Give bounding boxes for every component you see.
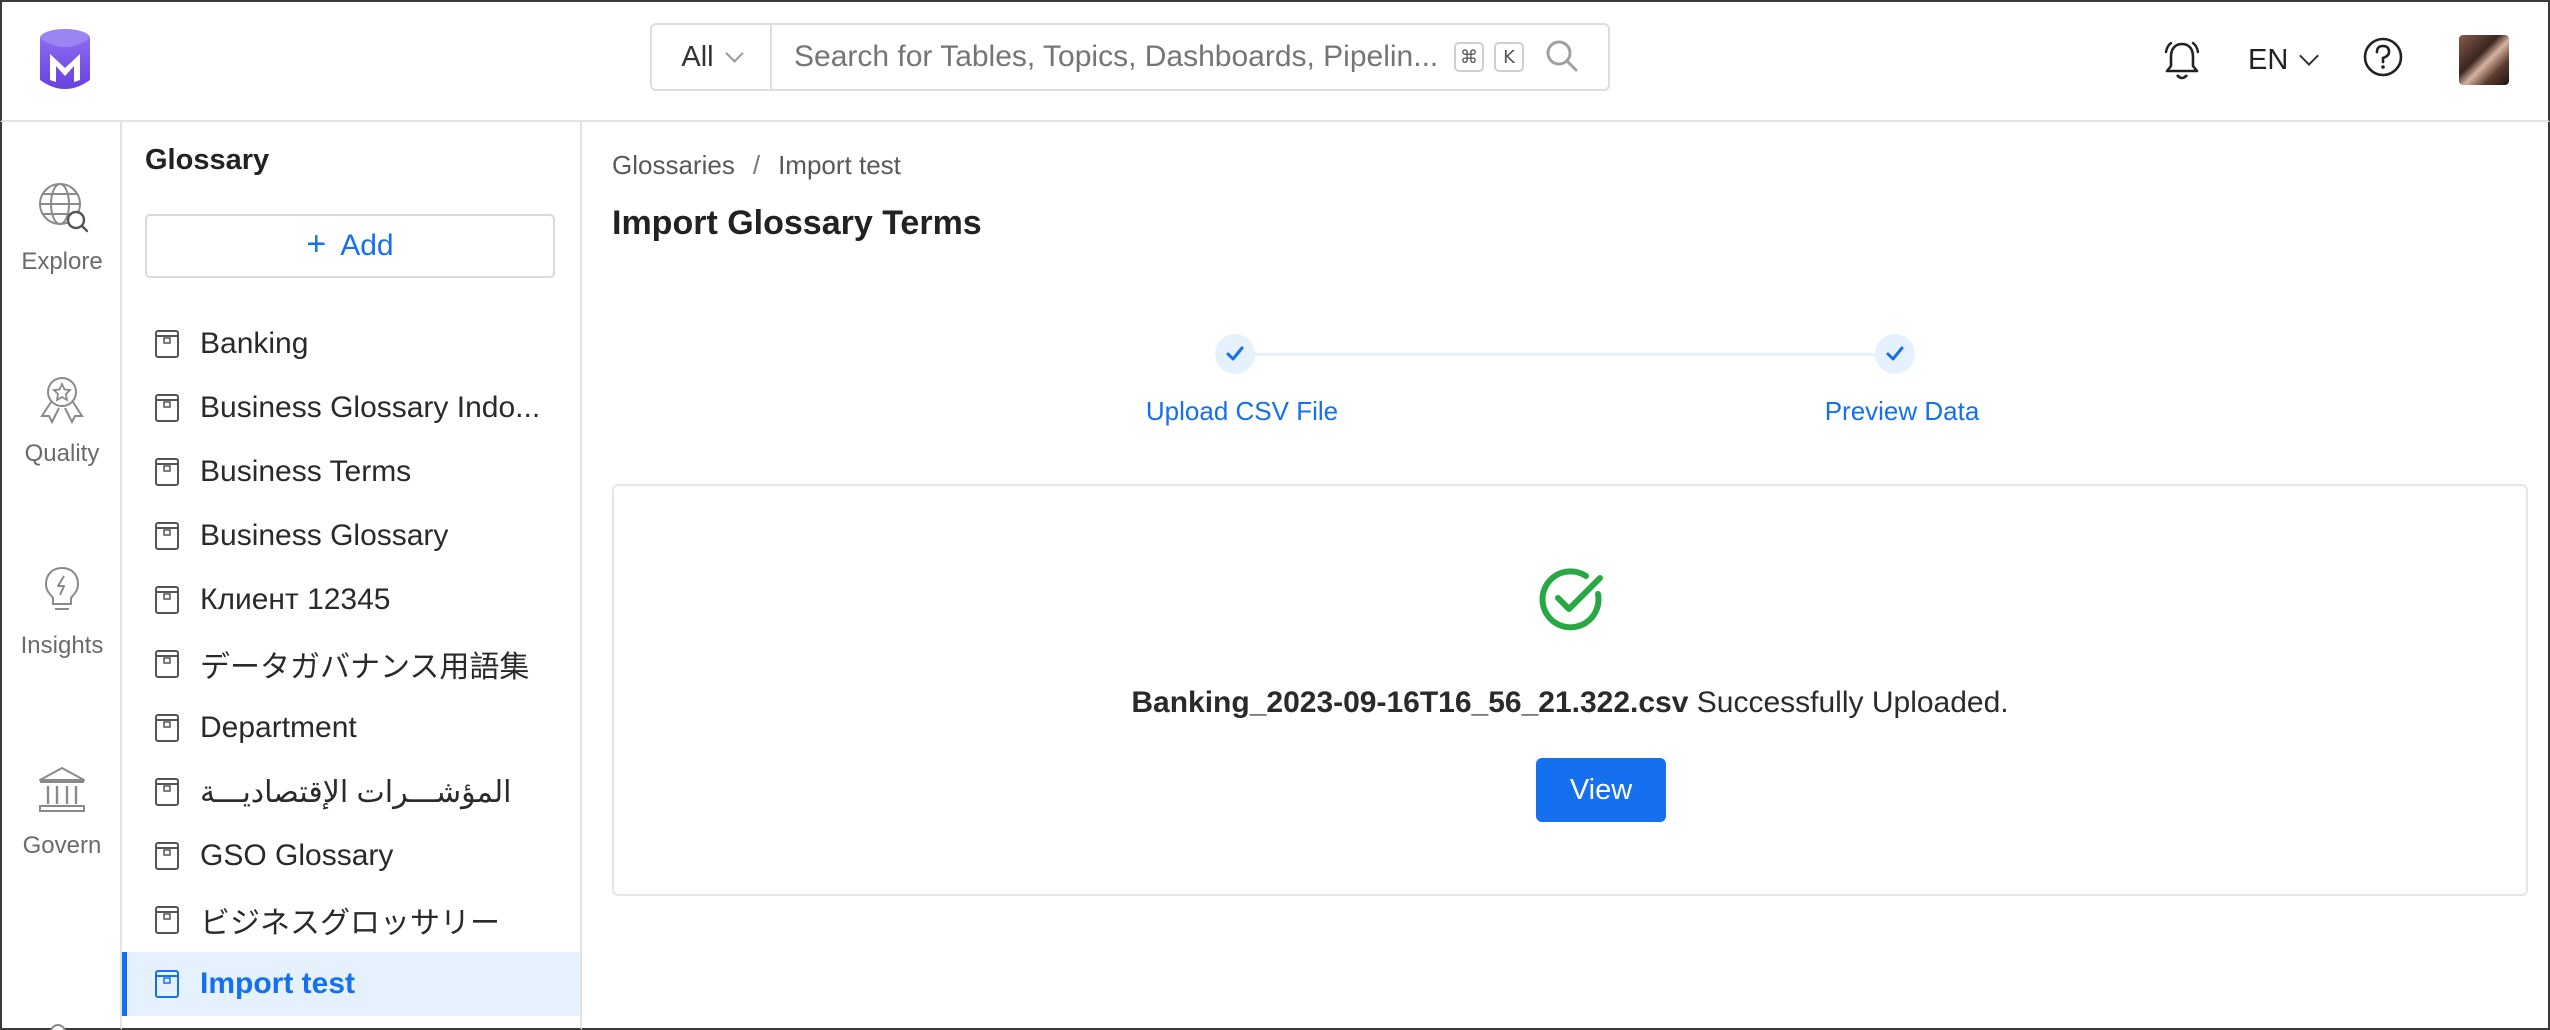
user-avatar[interactable]: [2459, 35, 2509, 85]
govern-icon: [39, 767, 85, 812]
app-logo[interactable]: [38, 28, 92, 92]
step-preview-dot: [1875, 334, 1915, 374]
nav-item-label: Govern: [22, 832, 102, 859]
settings-slider-icon[interactable]: [36, 1012, 90, 1030]
nav-item-label: Quality: [24, 440, 100, 467]
glossary-book-icon: [155, 842, 179, 870]
check-icon: [1226, 346, 1244, 361]
search-input[interactable]: [772, 25, 1454, 89]
glossary-item-label: データガバナンス用語集: [200, 651, 530, 684]
language-value: EN: [2248, 43, 2289, 76]
glossary-item[interactable]: ビジネスグロッサリー: [122, 888, 580, 952]
glossary-item-label: Business Glossary: [200, 519, 449, 552]
shortcut-k-key: K: [1494, 42, 1524, 72]
glossary-item[interactable]: Banking: [122, 312, 580, 376]
view-button[interactable]: View: [1536, 758, 1666, 822]
add-glossary-button[interactable]: + Add: [145, 214, 555, 278]
notification-bell-icon[interactable]: [2162, 38, 2202, 82]
search-icon[interactable]: [1538, 32, 1588, 82]
quality-icon: [40, 377, 84, 425]
breadcrumb-separator: /: [752, 150, 761, 180]
nav-item-quality[interactable]: Quality: [2, 370, 122, 468]
breadcrumb-current: Import test: [778, 150, 901, 180]
step-upload-label: Upload CSV File: [1145, 396, 1339, 426]
glossary-list: Banking Business Glossary Indo... Business…: [122, 312, 580, 1016]
glossary-book-icon: [155, 714, 179, 742]
glossary-panel-title: Glossary: [145, 144, 270, 176]
upload-status-text: Successfully Uploaded.: [1696, 686, 2009, 719]
nav-item-govern[interactable]: Govern: [2, 762, 122, 860]
breadcrumb: Glossaries / Import test: [612, 150, 901, 181]
breadcrumb-glossaries-link[interactable]: Glossaries: [612, 150, 735, 181]
left-nav: Explore Quality Insights Govern: [0, 122, 122, 1030]
help-icon[interactable]: [2362, 36, 2404, 78]
plus-icon: +: [306, 225, 327, 263]
check-icon: [1886, 346, 1904, 361]
glossary-book-icon: [155, 970, 179, 998]
explore-icon: [39, 183, 89, 233]
nav-item-explore[interactable]: Explore: [2, 178, 122, 276]
glossary-item[interactable]: GSO Glossary: [122, 824, 580, 888]
import-steps: Upload CSV File Preview Data: [582, 322, 2550, 442]
glossary-book-icon: [155, 330, 179, 358]
upload-message: Banking_2023-09-16T16_56_21.322.csv Succ…: [614, 686, 2526, 720]
global-search: All ⌘ K: [650, 23, 1610, 91]
insights-icon: [44, 566, 80, 610]
search-category-value: All: [681, 40, 714, 73]
top-header: All ⌘ K EN: [0, 0, 2550, 122]
glossary-item-label: Business Terms: [200, 455, 412, 488]
step-preview-label: Preview Data: [1824, 396, 1980, 426]
language-select[interactable]: EN: [2248, 38, 2320, 82]
shortcut-cmd-key: ⌘: [1454, 42, 1484, 72]
glossary-item[interactable]: Department: [122, 696, 580, 760]
glossary-item-label: GSO Glossary: [200, 839, 394, 872]
success-check-icon: [1539, 568, 1603, 631]
glossary-item-label: المؤشـــرات الإقتصاديـــة: [200, 775, 512, 809]
steps-connector: [1235, 353, 1895, 356]
search-category-select[interactable]: All: [652, 25, 772, 89]
glossary-book-icon: [155, 522, 179, 550]
glossary-book-icon: [155, 586, 179, 614]
glossary-item[interactable]: Business Glossary Indo...: [122, 376, 580, 440]
chevron-down-icon: [2299, 46, 2320, 66]
glossary-item[interactable]: المؤشـــرات الإقتصاديـــة: [122, 760, 580, 824]
nav-item-insights[interactable]: Insights: [2, 562, 122, 660]
main-content: Glossaries / Import test Import Glossary…: [582, 122, 2550, 1030]
nav-item-label: Explore: [21, 248, 103, 275]
glossary-item[interactable]: データガバナンス用語集: [122, 632, 580, 696]
glossary-book-icon: [155, 650, 179, 678]
glossary-book-icon: [155, 906, 179, 934]
glossary-item-label: ビジネスグロッサリー: [200, 907, 500, 940]
glossary-item[interactable]: Import test: [122, 952, 580, 1016]
step-upload-dot: [1215, 334, 1255, 374]
glossary-item[interactable]: Business Terms: [122, 440, 580, 504]
page-title: Import Glossary Terms: [612, 204, 982, 242]
glossary-item-label: Клиент 12345: [200, 583, 391, 616]
upload-result-card: Banking_2023-09-16T16_56_21.322.csv Succ…: [612, 484, 2528, 896]
glossary-book-icon: [155, 458, 179, 486]
glossary-item-label: Banking: [200, 327, 309, 360]
chevron-down-icon: [724, 43, 744, 63]
add-glossary-label: Add: [340, 229, 394, 262]
glossary-item-label: Import test: [200, 967, 356, 1000]
glossary-panel: Glossary + Add Banking Business Glossary …: [122, 122, 582, 1030]
glossary-item[interactable]: Business Glossary: [122, 504, 580, 568]
glossary-item-label: Business Glossary Indo...: [200, 391, 541, 424]
nav-item-label: Insights: [20, 632, 104, 659]
glossary-book-icon: [155, 778, 179, 806]
glossary-book-icon: [155, 394, 179, 422]
glossary-item[interactable]: Клиент 12345: [122, 568, 580, 632]
glossary-item-label: Department: [200, 711, 357, 744]
uploaded-file-name: Banking_2023-09-16T16_56_21.322.csv: [1131, 686, 1689, 719]
